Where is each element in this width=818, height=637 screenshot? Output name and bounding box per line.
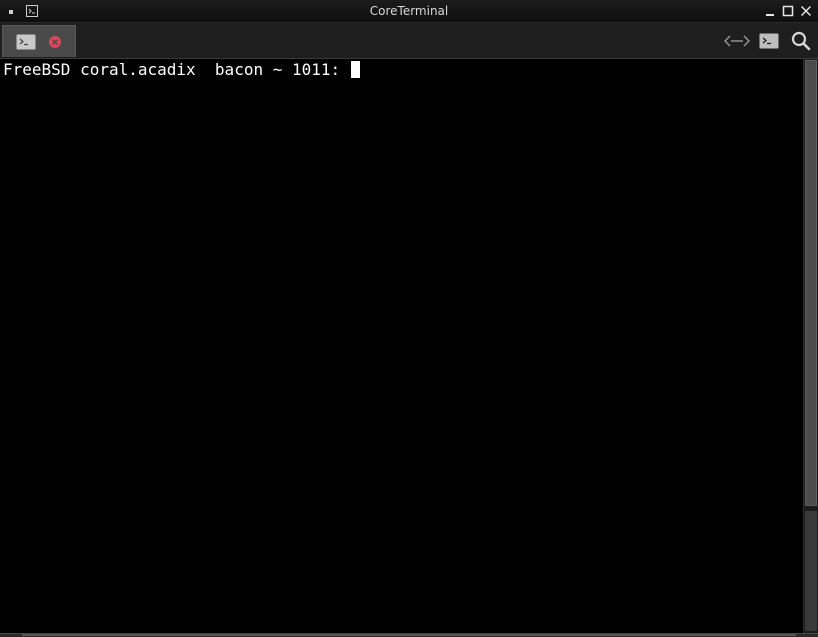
horizontal-scrollbar[interactable] [22, 634, 796, 636]
vertical-scrollbar[interactable] [803, 59, 818, 633]
window-title: CoreTerminal [369, 4, 449, 18]
coreterminal-window: CoreTerminal FreeBSD coral.acadix bacon … [0, 0, 818, 637]
toolbar [0, 23, 818, 59]
text-cursor [350, 61, 360, 78]
shell-prompt: FreeBSD coral.acadix bacon ~ 1011: [3, 60, 350, 79]
scrollbar-thumb[interactable] [805, 60, 817, 506]
split-view-icon[interactable] [723, 31, 751, 51]
scrollbar-track-lower [805, 511, 817, 631]
terminal-prompt-line: FreeBSD coral.acadix bacon ~ 1011: [3, 60, 360, 80]
new-terminal-icon[interactable] [759, 31, 779, 51]
tab-terminal-1[interactable] [2, 25, 76, 57]
minimize-icon[interactable] [763, 4, 777, 18]
close-icon[interactable] [799, 4, 813, 18]
title-bar[interactable]: CoreTerminal [0, 0, 818, 23]
terminal-icon [16, 34, 36, 50]
search-icon[interactable] [791, 31, 811, 51]
tab-close-icon[interactable] [48, 35, 62, 49]
maximize-icon[interactable] [781, 4, 795, 18]
terminal-view[interactable]: FreeBSD coral.acadix bacon ~ 1011: [0, 59, 803, 633]
